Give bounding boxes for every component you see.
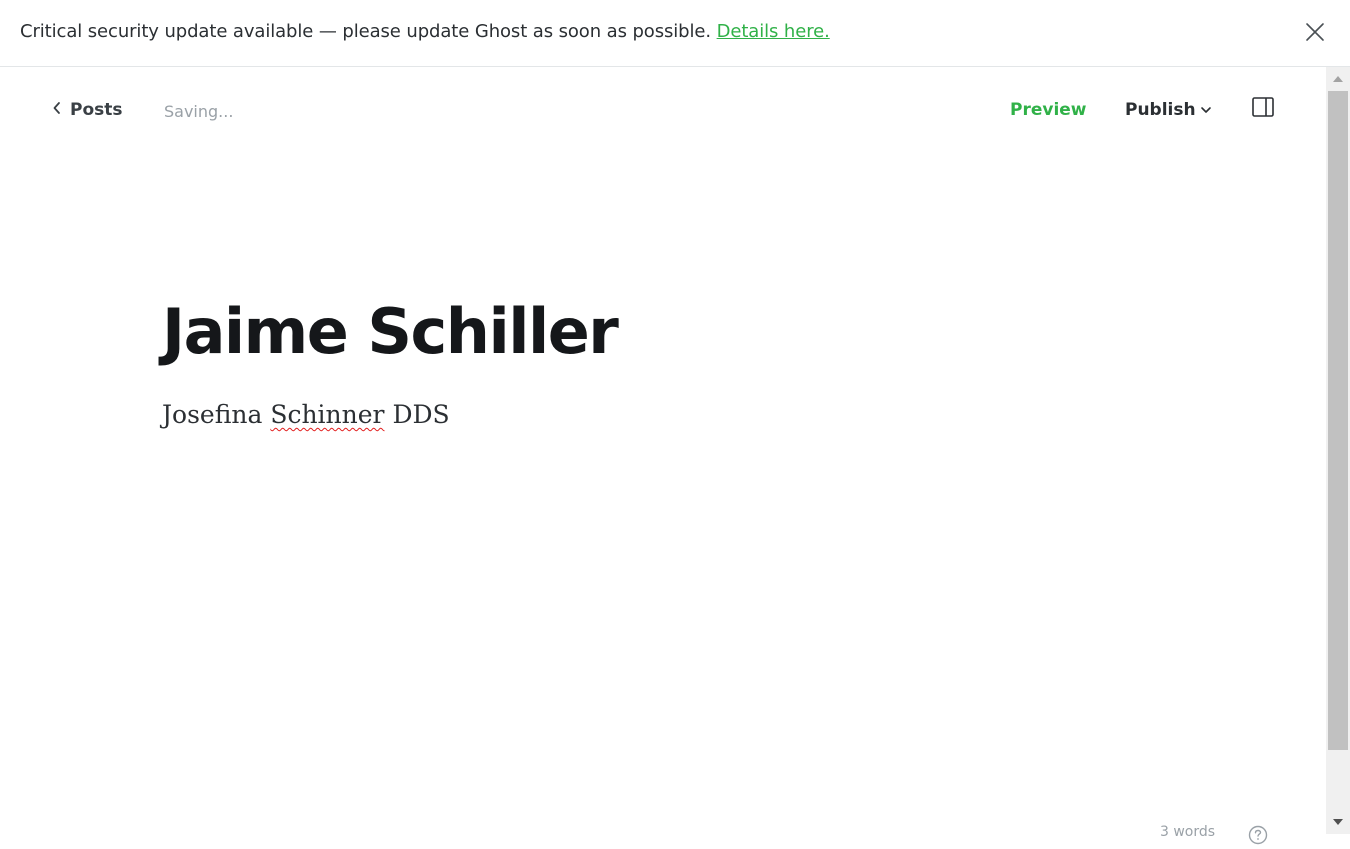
post-body[interactable]: Josefina Schinner DDS xyxy=(162,400,450,429)
publish-button[interactable]: Publish xyxy=(1125,100,1212,120)
back-label: Posts xyxy=(70,100,123,120)
body-text-1: Josefina xyxy=(162,400,271,429)
close-icon[interactable] xyxy=(1305,22,1325,42)
banner-message-text: Critical security update available — ple… xyxy=(20,21,717,42)
banner-details-link[interactable]: Details here. xyxy=(717,21,830,42)
publish-label: Publish xyxy=(1125,100,1196,120)
vertical-scrollbar[interactable] xyxy=(1326,67,1350,834)
chevron-down-icon xyxy=(1200,100,1212,120)
scrollbar-thumb[interactable] xyxy=(1328,91,1348,750)
back-to-posts-button[interactable]: Posts xyxy=(52,100,123,120)
chevron-left-icon xyxy=(52,100,62,120)
sidebar-toggle-icon[interactable] xyxy=(1252,97,1274,117)
word-count: 3 words xyxy=(1160,824,1216,840)
post-editor: Posts Saving... Preview Publish Jaime Sc… xyxy=(0,67,1326,845)
scroll-up-arrow-icon[interactable] xyxy=(1326,67,1350,91)
misspelled-word: Schinner xyxy=(270,400,385,429)
help-icon[interactable] xyxy=(1248,825,1268,845)
save-status: Saving... xyxy=(164,102,234,121)
scroll-down-arrow-icon[interactable] xyxy=(1326,810,1350,834)
preview-button[interactable]: Preview xyxy=(1010,100,1087,120)
security-banner: Critical security update available — ple… xyxy=(0,0,1350,67)
body-text-2: DDS xyxy=(384,400,450,429)
post-title[interactable]: Jaime Schiller xyxy=(162,295,619,368)
banner-message: Critical security update available — ple… xyxy=(20,21,830,42)
